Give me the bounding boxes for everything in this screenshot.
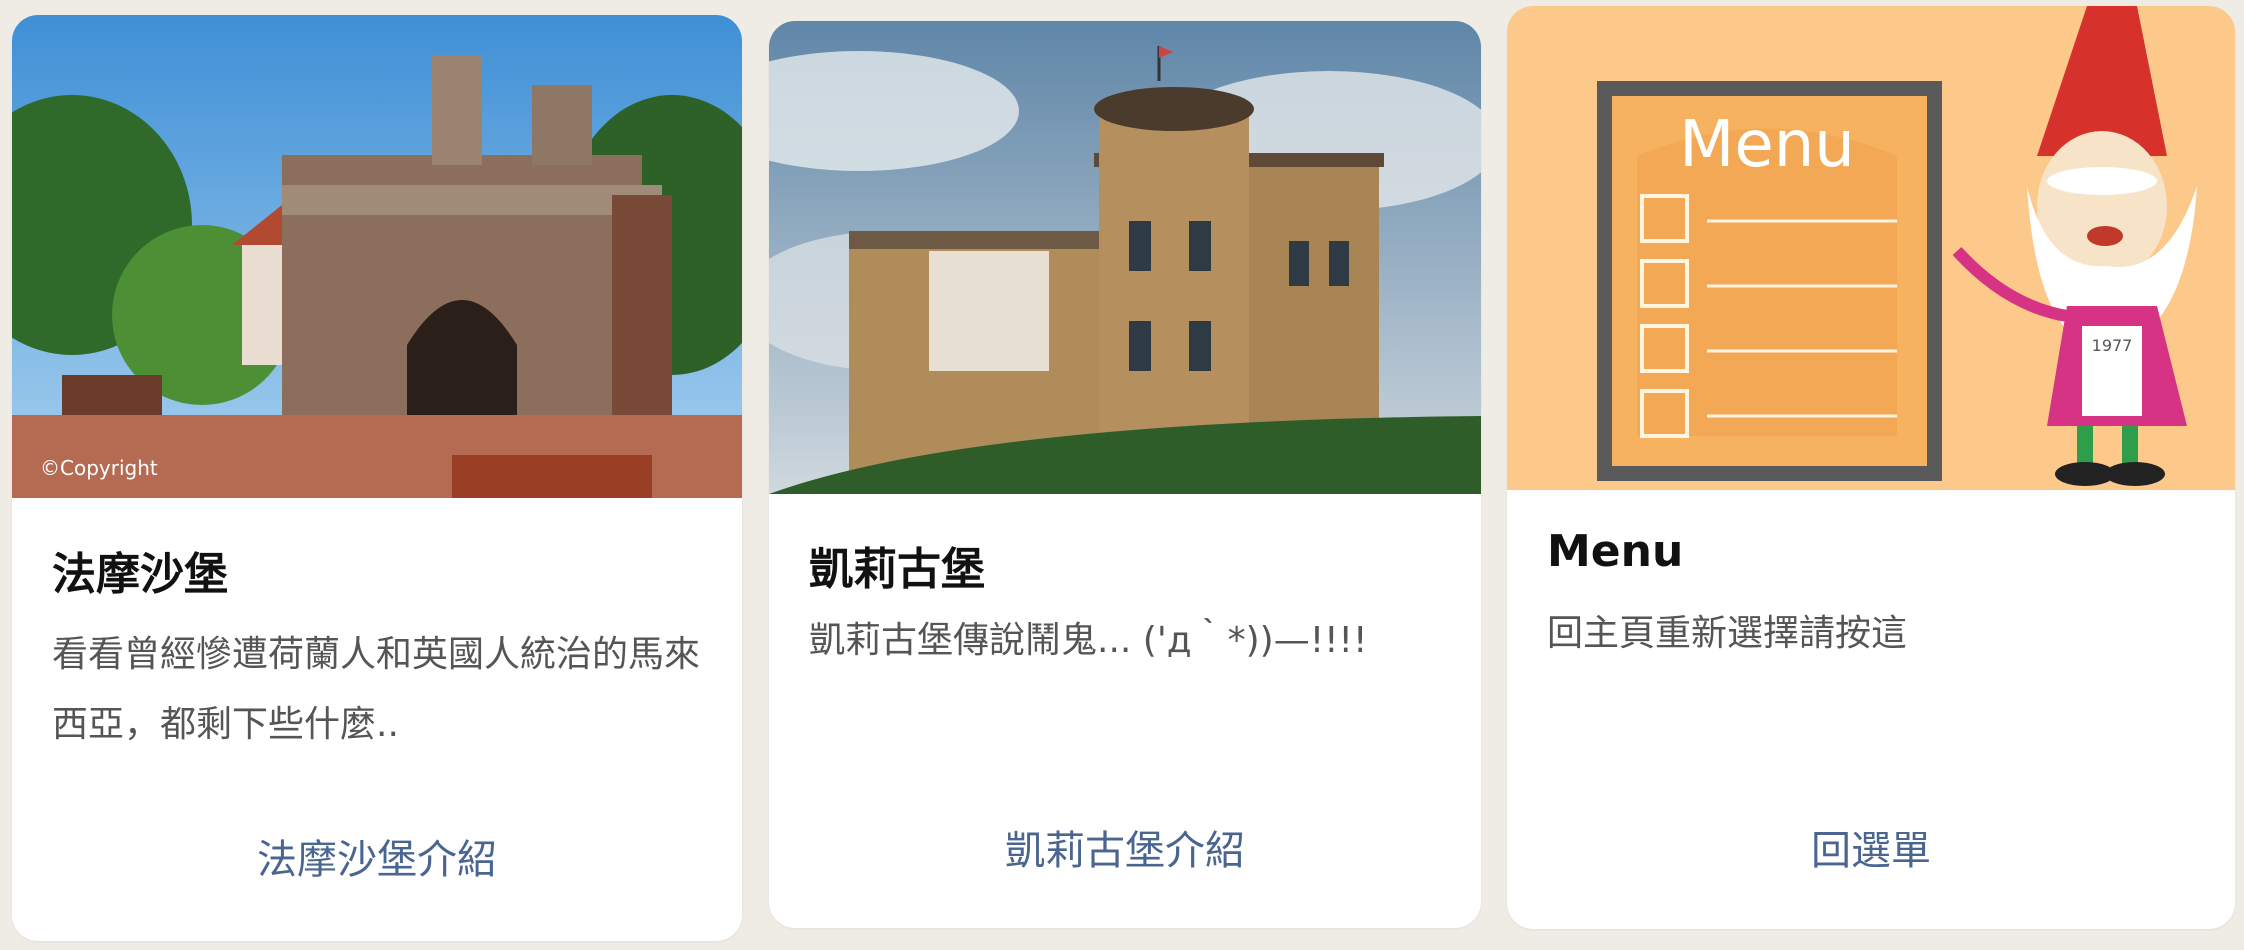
a-famosa-intro-button[interactable]: 法摩沙堡介紹: [12, 827, 742, 885]
gnome-tag-text: 1977: [2092, 336, 2133, 355]
kellies-castle-photo: [769, 21, 1481, 494]
card-title: 凱莉古堡: [809, 544, 985, 595]
menu-board-text: Menu: [1679, 108, 1855, 182]
card-title: 法摩沙堡: [52, 549, 228, 600]
copyright-watermark: ©Copyright: [40, 456, 158, 480]
back-to-menu-button[interactable]: 回選單: [1507, 818, 2235, 876]
a-famosa-photo: ©Copyright: [12, 15, 742, 498]
carousel-card-menu: Menu 1977 Menu 回主頁重新選擇請按這 回選單: [1507, 6, 2235, 929]
carousel-card-a-famosa: ©Copyright 法摩沙堡 看看曾經慘遭荷蘭人和英國人統治的馬來西亞，都剩下…: [12, 15, 742, 941]
menu-illustration: Menu 1977: [1507, 6, 2235, 490]
carousel-card-kellies-castle: 凱莉古堡 凱莉古堡傳說鬧鬼... ('д｀*))—!!!! 凱莉古堡介紹: [769, 21, 1481, 928]
card-description: 回主頁重新選擇請按這: [1547, 613, 1908, 654]
card-description: 看看曾經慘遭荷蘭人和英國人統治的馬來西亞，都剩下些什麼..: [52, 634, 701, 745]
kellies-castle-intro-button[interactable]: 凱莉古堡介紹: [769, 818, 1481, 876]
card-title: Menu: [1547, 526, 1684, 577]
card-description: 凱莉古堡傳說鬧鬼... ('д｀*))—!!!!: [809, 620, 1368, 661]
